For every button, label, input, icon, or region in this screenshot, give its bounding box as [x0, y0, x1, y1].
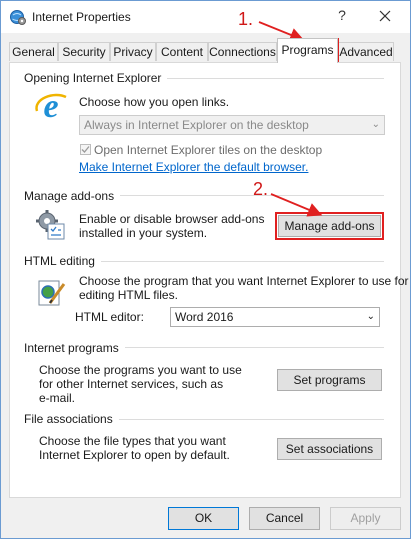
step-1-arrow — [258, 21, 305, 42]
step-2-arrow — [270, 193, 323, 217]
group-divider — [122, 347, 384, 348]
internet-programs-heading: Internet programs — [24, 341, 125, 355]
html-editor-icon — [38, 280, 66, 306]
annotation-arrows — [258, 21, 323, 217]
file-associations-heading: File associations — [24, 412, 119, 426]
html-editing-description-line2: editing HTML files. — [79, 288, 178, 302]
group-divider — [117, 419, 384, 420]
ok-button[interactable]: OK — [168, 507, 239, 530]
internet-programs-description-line3: e-mail. — [39, 391, 76, 405]
group-divider — [96, 261, 384, 262]
internet-properties-dialog: Internet Properties ? General Security P… — [0, 0, 411, 539]
html-editor-dropdown[interactable]: Word 2016 ⌄ — [170, 307, 380, 327]
cancel-button[interactable]: Cancel — [249, 507, 320, 530]
file-associations-description-line1: Choose the file types that you want — [39, 434, 226, 448]
chevron-down-icon: ⌄ — [366, 311, 375, 322]
internet-programs-description-line1: Choose the programs you want to use — [39, 363, 242, 377]
tab-programs[interactable]: Programs — [277, 38, 338, 63]
set-programs-button[interactable]: Set programs — [277, 369, 382, 391]
html-editor-dropdown-value: Word 2016 — [175, 310, 234, 324]
apply-button[interactable]: Apply — [330, 507, 401, 530]
html-editor-label: HTML editor: — [75, 310, 144, 324]
file-associations-description-line2: Internet Explorer to open by default. — [39, 448, 230, 462]
html-editing-description-line1: Choose the program that you want Interne… — [79, 274, 409, 288]
internet-programs-description-line2: for other Internet services, such as — [39, 377, 224, 391]
set-associations-button[interactable]: Set associations — [277, 438, 382, 460]
